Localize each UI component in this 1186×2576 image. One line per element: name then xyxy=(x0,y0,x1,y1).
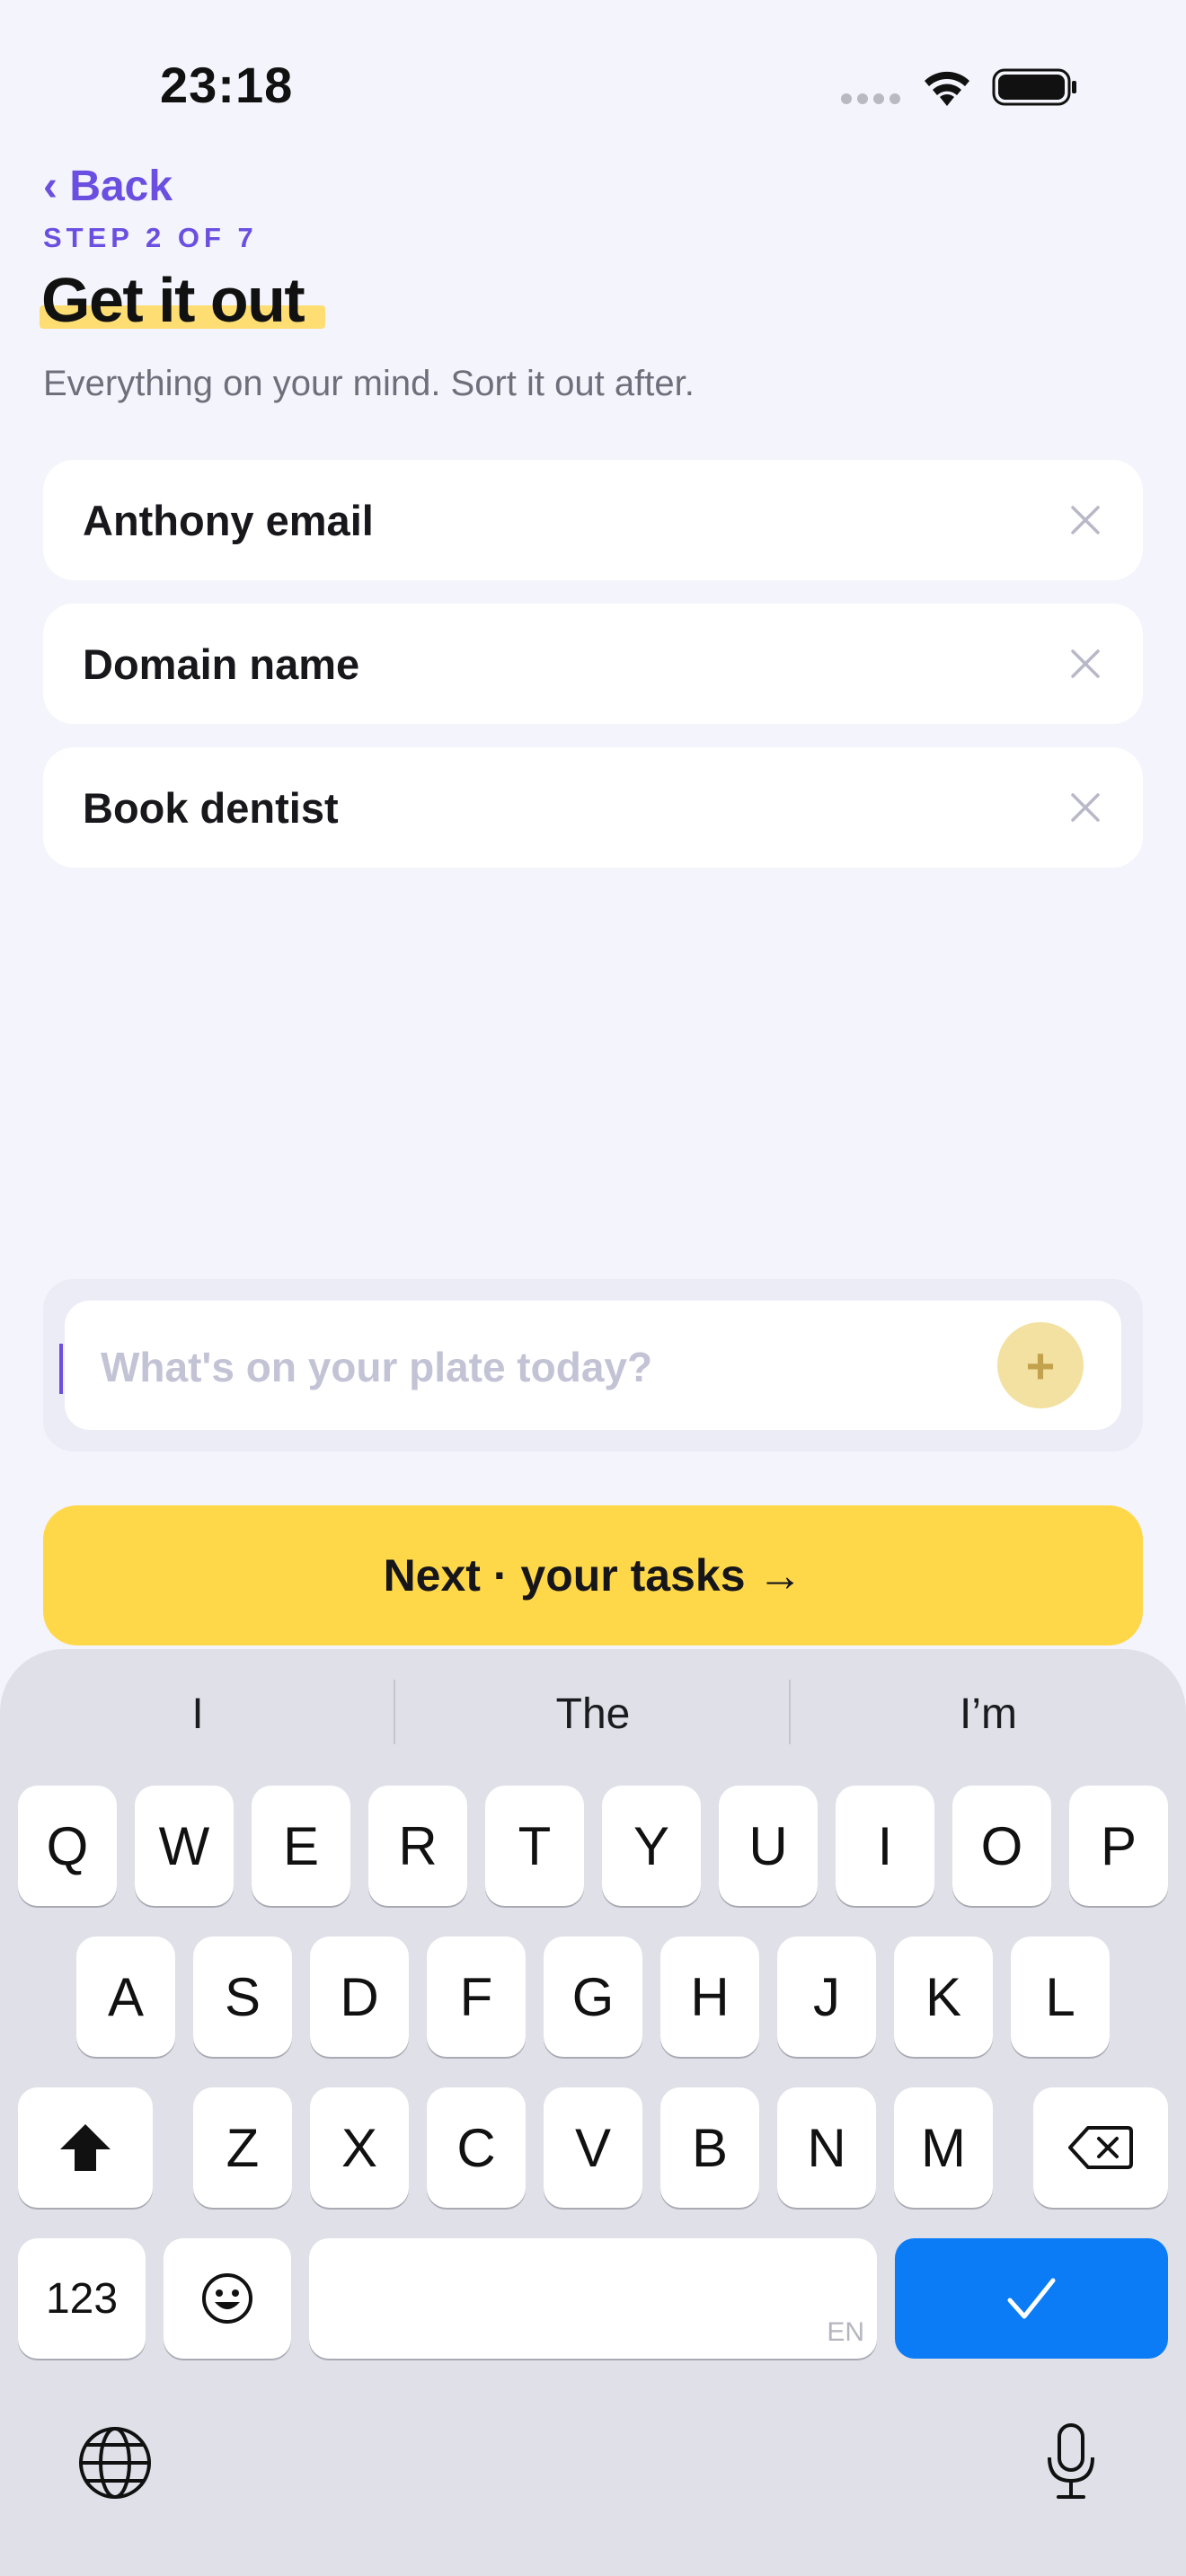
shift-icon xyxy=(60,2124,111,2171)
next-button[interactable]: Next · your tasks → xyxy=(43,1505,1143,1645)
task-card[interactable]: Anthony email xyxy=(43,460,1143,580)
suggestion-item[interactable]: I’m xyxy=(791,1649,1186,1779)
globe-icon[interactable] xyxy=(77,2425,153,2501)
key-u[interactable]: U xyxy=(719,1786,818,1906)
key-m[interactable]: M xyxy=(894,2087,993,2208)
key-k[interactable]: K xyxy=(894,1936,993,2057)
add-task-button[interactable]: + xyxy=(997,1322,1084,1408)
language-tag: EN xyxy=(827,2317,864,2347)
status-bar: 23:18 xyxy=(0,0,1186,171)
step-indicator: STEP 2 OF 7 xyxy=(43,222,258,253)
suggestion-bar: I The I’m xyxy=(0,1649,1186,1779)
done-key[interactable] xyxy=(895,2238,1168,2359)
task-label: Book dentist xyxy=(83,783,339,832)
key-f[interactable]: F xyxy=(427,1936,526,2057)
key-s[interactable]: S xyxy=(193,1936,292,2057)
key-w[interactable]: W xyxy=(135,1786,234,1906)
key-t[interactable]: T xyxy=(485,1786,584,1906)
key-g[interactable]: G xyxy=(544,1936,642,2057)
key-r[interactable]: R xyxy=(368,1786,467,1906)
key-p[interactable]: P xyxy=(1069,1786,1168,1906)
page-title: Get it out xyxy=(41,265,305,335)
key-y[interactable]: Y xyxy=(602,1786,701,1906)
key-j[interactable]: J xyxy=(777,1936,876,2057)
key-v[interactable]: V xyxy=(544,2087,642,2208)
key-q[interactable]: Q xyxy=(18,1786,117,1906)
emoji-key[interactable] xyxy=(164,2238,291,2359)
task-input[interactable] xyxy=(101,1317,963,1417)
keyboard: I The I’m Q W E R T Y U I O P A S D F G … xyxy=(0,1649,1186,2576)
task-card[interactable]: Domain name xyxy=(43,604,1143,724)
shift-key[interactable] xyxy=(18,2087,153,2208)
key-o[interactable]: O xyxy=(952,1786,1051,1906)
key-z[interactable]: Z xyxy=(193,2087,292,2208)
key-x[interactable]: X xyxy=(310,2087,409,2208)
checkmark-icon xyxy=(1007,2278,1056,2319)
space-key[interactable]: EN xyxy=(309,2238,877,2359)
backspace-icon xyxy=(1068,2126,1133,2169)
close-icon[interactable] xyxy=(1067,790,1103,825)
suggestion-item[interactable]: The xyxy=(395,1649,791,1779)
suggestion-item[interactable]: I xyxy=(0,1649,395,1779)
key-d[interactable]: D xyxy=(310,1936,409,2057)
page-subtitle: Everything on your mind. Sort it out aft… xyxy=(43,364,695,403)
key-e[interactable]: E xyxy=(252,1786,350,1906)
key-a[interactable]: A xyxy=(76,1936,175,2057)
emoji-icon xyxy=(202,2273,252,2324)
cellular-signal-icon xyxy=(841,93,900,104)
task-card[interactable]: Book dentist xyxy=(43,747,1143,868)
delete-key[interactable] xyxy=(1033,2087,1168,2208)
key-i[interactable]: I xyxy=(836,1786,934,1906)
numbers-key[interactable]: 123 xyxy=(18,2238,146,2359)
title-block: Get it out xyxy=(40,264,325,336)
key-n[interactable]: N xyxy=(777,2087,876,2208)
key-c[interactable]: C xyxy=(427,2087,526,2208)
microphone-icon[interactable] xyxy=(1044,2422,1098,2502)
task-label: Anthony email xyxy=(83,496,374,544)
close-icon[interactable] xyxy=(1067,646,1103,682)
text-cursor xyxy=(59,1344,63,1394)
status-time: 23:18 xyxy=(160,57,294,113)
wifi-icon xyxy=(925,71,969,106)
key-h[interactable]: H xyxy=(660,1936,759,2057)
battery-icon xyxy=(992,68,1076,106)
task-list: Anthony email Domain name Book dentist xyxy=(43,460,1143,891)
key-l[interactable]: L xyxy=(1011,1936,1110,2057)
key-b[interactable]: B xyxy=(660,2087,759,2208)
back-button[interactable]: ‹ Back xyxy=(43,162,173,211)
task-label: Domain name xyxy=(83,640,360,688)
close-icon[interactable] xyxy=(1067,502,1103,538)
